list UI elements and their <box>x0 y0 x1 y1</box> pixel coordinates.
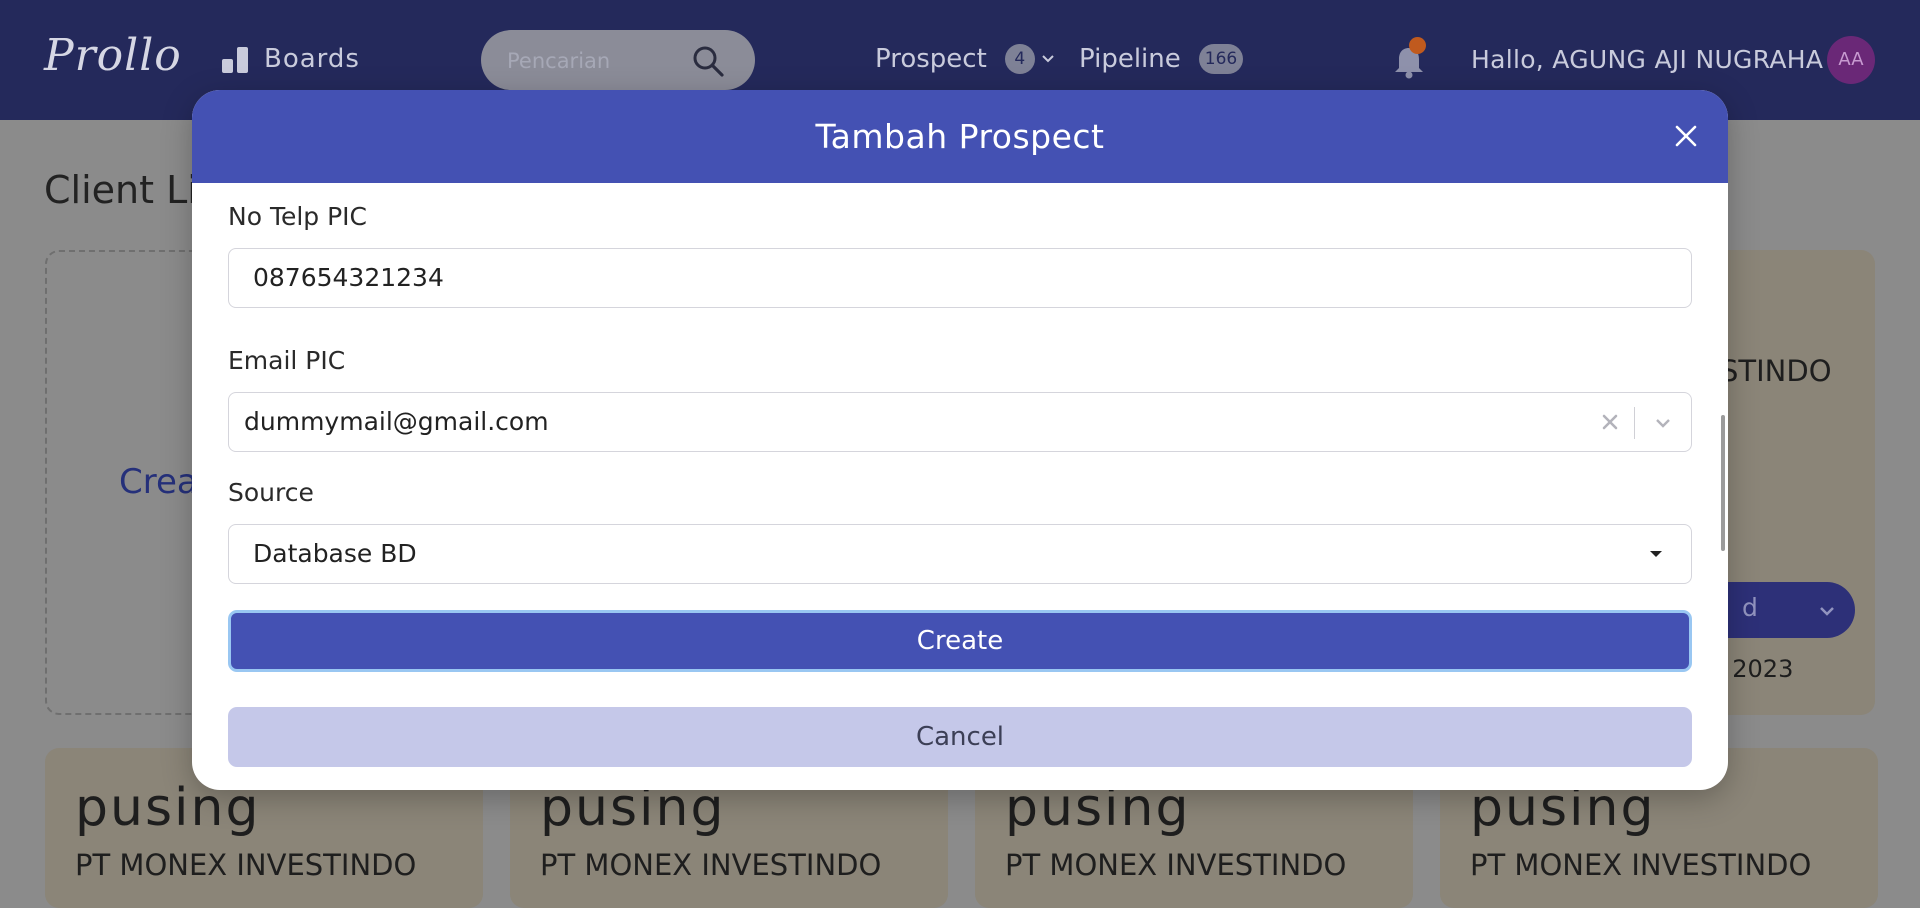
client-card-company: PT MONEX INVESTINDO <box>1470 848 1812 882</box>
email-select[interactable]: dummymail@gmail.com <box>228 392 1692 452</box>
phone-field <box>228 248 1692 308</box>
cancel-button[interactable]: Cancel <box>228 707 1692 767</box>
close-icon[interactable] <box>1674 124 1698 148</box>
email-label: Email PIC <box>228 346 346 375</box>
create-button[interactable]: Create <box>228 610 1692 672</box>
notification-dot <box>1409 37 1426 54</box>
modal-title: Tambah Prospect <box>815 117 1105 156</box>
modal-header: Tambah Prospect <box>192 90 1728 183</box>
app-logo[interactable]: Prollo <box>44 30 182 81</box>
nav-prospect[interactable]: Prospect 4 <box>875 44 1055 74</box>
modal-scrollbar[interactable] <box>1721 415 1725 551</box>
nav-pipeline-label: Pipeline <box>1079 44 1181 74</box>
source-value: Database BD <box>253 539 417 568</box>
nav-prospect-label: Prospect <box>875 44 987 74</box>
chevron-down-icon <box>1820 607 1834 616</box>
phone-input[interactable] <box>253 249 1553 307</box>
pipeline-count-badge: 166 <box>1198 44 1244 74</box>
client-card-company: PT MONEX INVESTINDO <box>1005 848 1347 882</box>
chevron-down-icon[interactable] <box>1041 52 1055 66</box>
client-card-company: STINDO <box>1720 354 1832 388</box>
avatar[interactable]: AA <box>1827 36 1875 84</box>
boards-link[interactable]: Boards <box>222 44 360 74</box>
search-bar <box>481 30 755 90</box>
source-select[interactable]: Database BD <box>228 524 1692 584</box>
clear-icon[interactable] <box>1601 413 1619 431</box>
bar-chart-icon <box>222 45 250 73</box>
email-value: dummymail@gmail.com <box>244 407 549 436</box>
search-icon[interactable] <box>691 44 725 78</box>
boards-label: Boards <box>264 44 360 74</box>
prospect-count-badge: 4 <box>1004 44 1035 74</box>
create-card-label: Crea <box>119 462 198 502</box>
source-label: Source <box>228 478 314 507</box>
client-card-company: PT MONEX INVESTINDO <box>75 848 417 882</box>
user-greeting: Hallo, AGUNG AJI NUGRAHA <box>1471 45 1824 74</box>
add-prospect-modal: Tambah Prospect No Telp PIC Email PIC du… <box>192 90 1728 790</box>
chevron-down-icon[interactable] <box>1653 413 1673 433</box>
select-divider <box>1634 407 1635 439</box>
nav-pipeline[interactable]: Pipeline 166 <box>1079 44 1244 74</box>
caret-down-icon <box>1650 551 1662 557</box>
status-label: d <box>1742 593 1758 622</box>
phone-label: No Telp PIC <box>228 202 368 231</box>
search-input[interactable] <box>505 44 679 78</box>
client-card-company: PT MONEX INVESTINDO <box>540 848 882 882</box>
page-title: Client Li <box>44 168 198 212</box>
